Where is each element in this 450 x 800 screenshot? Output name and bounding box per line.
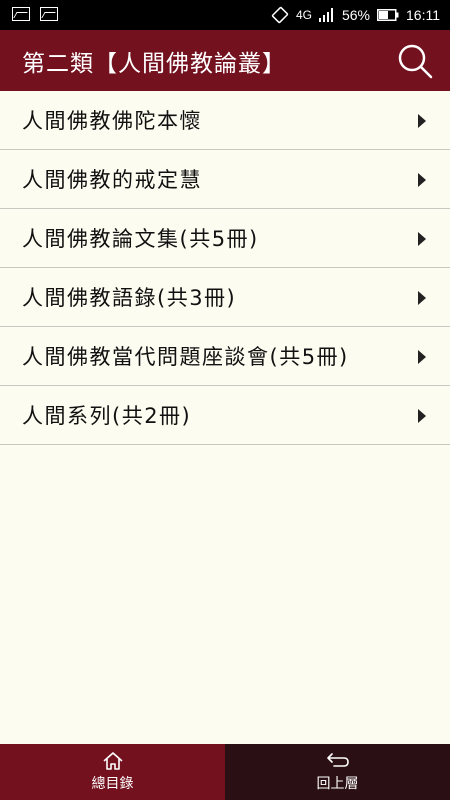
search-button[interactable]: [396, 42, 434, 80]
list-item[interactable]: 人間佛教佛陀本懷: [0, 91, 450, 150]
list-item-label: 人間系列(共2冊): [22, 404, 192, 428]
list-item[interactable]: 人間佛教語錄(共3冊): [0, 268, 450, 327]
list-item-label: 人間佛教論文集(共5冊): [22, 227, 259, 251]
list-item-label: 人間佛教當代問題座談會(共5冊): [22, 345, 349, 369]
image-notification-icon: [12, 7, 30, 21]
back-tab-label: 回上層: [316, 776, 359, 792]
status-bar: 4G 56% 16:11: [0, 0, 450, 30]
search-icon: [398, 44, 433, 79]
page-title: 第二類【人間佛教論叢】: [22, 51, 286, 77]
bottom-nav: 總目錄 回上層: [0, 744, 450, 800]
chevron-right-icon: [418, 173, 426, 187]
network-type: 4G: [295, 8, 312, 22]
home-tab-label: 總目錄: [91, 776, 134, 792]
list-item[interactable]: 人間佛教的戒定慧: [0, 150, 450, 209]
chevron-right-icon: [418, 114, 426, 128]
list-item-label: 人間佛教佛陀本懷: [22, 109, 202, 133]
list-item[interactable]: 人間佛教論文集(共5冊): [0, 209, 450, 268]
home-tab[interactable]: 總目錄: [0, 744, 225, 800]
category-list: 人間佛教佛陀本懷 人間佛教的戒定慧 人間佛教論文集(共5冊) 人間佛教語錄(共3…: [0, 91, 450, 445]
home-icon: [102, 752, 123, 770]
list-item-label: 人間佛教語錄(共3冊): [22, 286, 237, 310]
list-item[interactable]: 人間系列(共2冊): [0, 386, 450, 445]
chevron-right-icon: [418, 350, 426, 364]
battery-icon: [377, 9, 399, 21]
image-notification-icon: [40, 7, 58, 21]
chevron-right-icon: [418, 291, 426, 305]
clock: 16:11: [406, 7, 440, 23]
signal-icon: [318, 8, 333, 22]
back-tab[interactable]: 回上層: [225, 744, 450, 800]
list-item[interactable]: 人間佛教當代問題座談會(共5冊): [0, 327, 450, 386]
undo-icon: [326, 753, 349, 767]
chevron-right-icon: [418, 409, 426, 423]
chevron-right-icon: [418, 232, 426, 246]
battery-percent: 56%: [341, 7, 370, 23]
vibrate-icon: [271, 6, 289, 24]
app-bar: 第二類【人間佛教論叢】: [0, 30, 450, 91]
list-item-label: 人間佛教的戒定慧: [22, 168, 202, 192]
